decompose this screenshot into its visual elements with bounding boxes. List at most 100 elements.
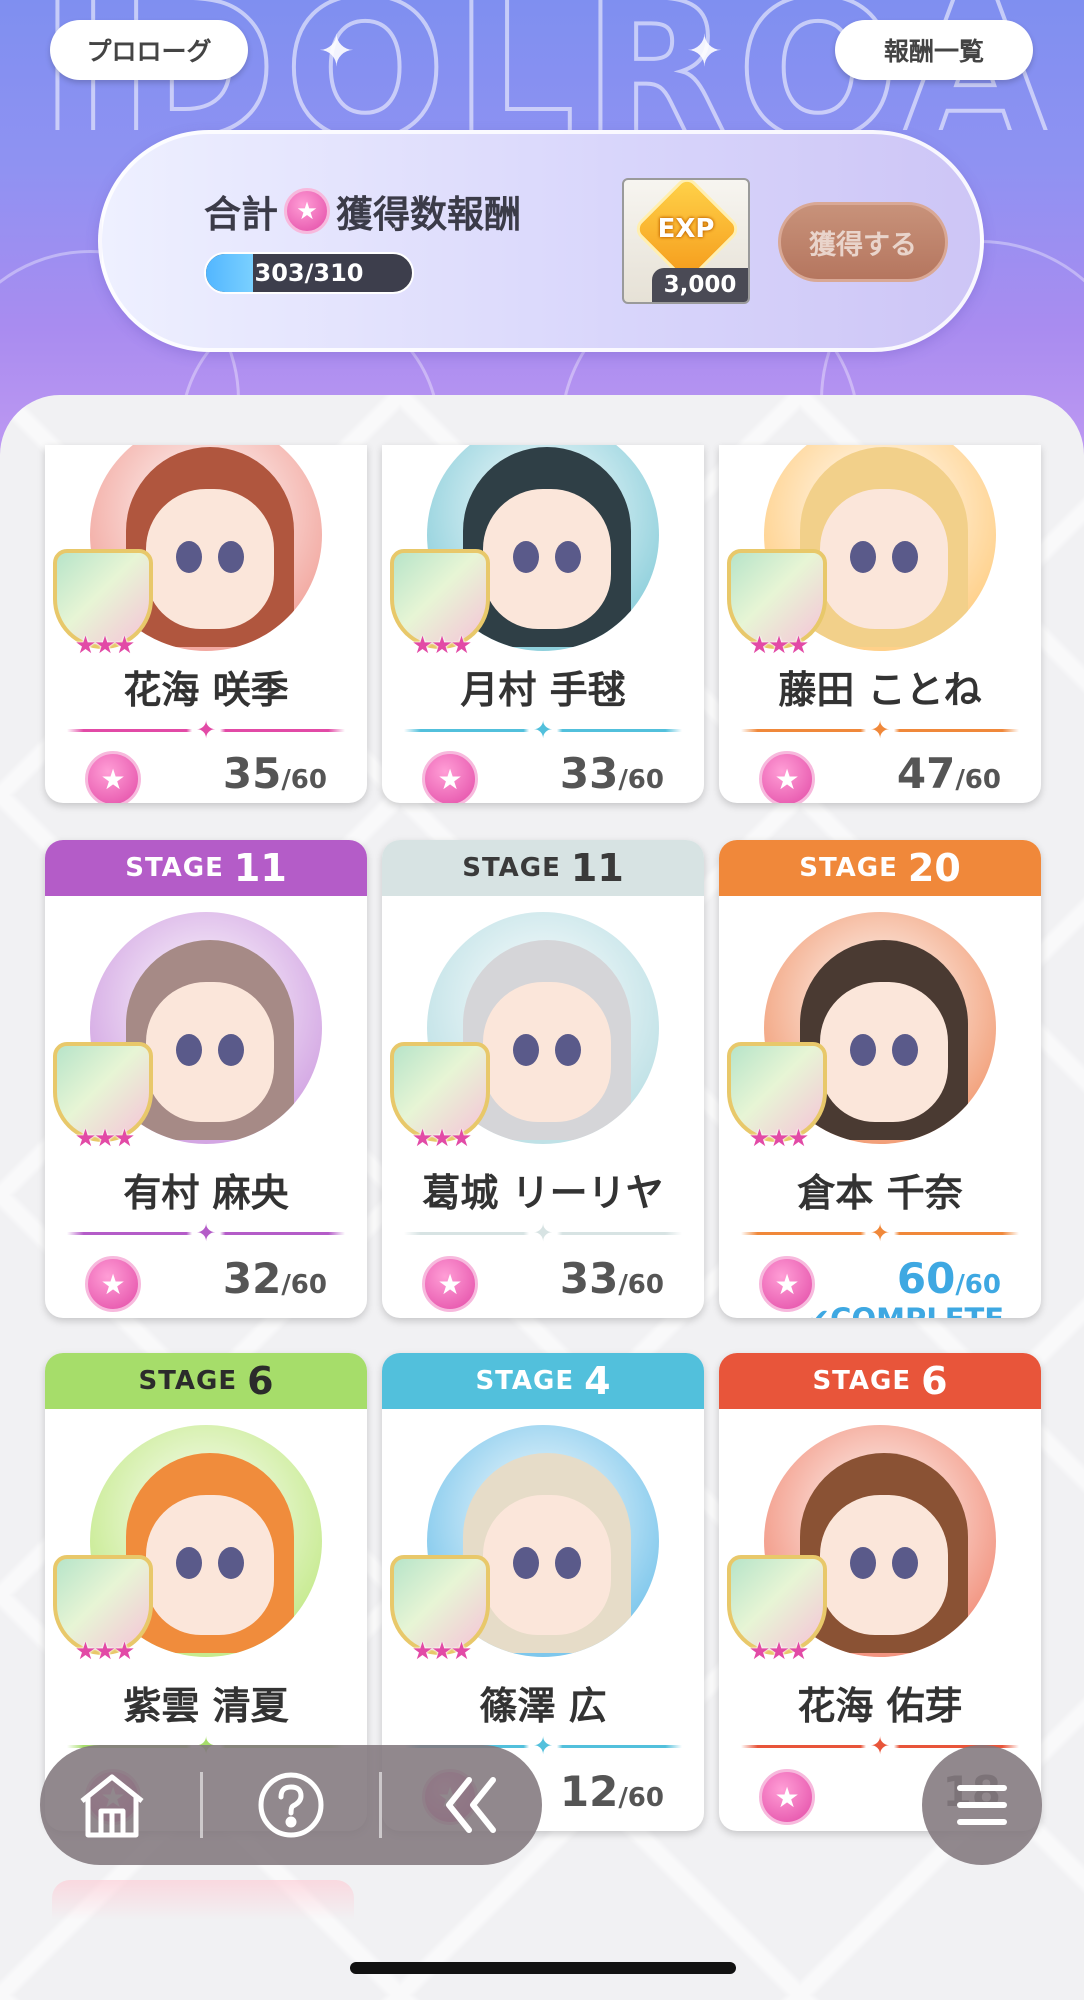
portrait-eye [850,541,876,573]
portrait-eye [513,1547,539,1579]
reward-title: 合計 ★ 獲得数報酬 [204,184,521,238]
stage-number: 6 [247,1359,274,1403]
portrait-face [146,982,274,1122]
nav-separator [199,1772,203,1838]
stage-number: 6 [921,1359,948,1403]
idol-card[interactable]: STAGE 11 ★★★ 有村 麻央 ✦ ★ 32/60 [45,840,367,1318]
help-button[interactable] [236,1750,346,1860]
memory-badge-icon: ★★★ [386,549,496,669]
memory-badge-icon: ★★★ [723,1555,833,1675]
reward-progress-text: 303/310 [254,259,364,287]
star-count: 60/60 [897,1254,1001,1303]
idol-name: 花海 咲季 [123,668,289,712]
portrait-eye [555,1034,581,1066]
stage-number: 4 [584,1359,611,1403]
memory-badge-icon: ★★★ [723,1042,833,1162]
badge-stars: ★★★ [748,631,810,659]
divider-star-icon: ✦ [532,716,554,744]
star-count: 33/60 [560,1254,664,1303]
portrait-face [820,489,948,629]
stage-number: 11 [233,846,287,890]
idol-card[interactable]: ★★★ 藤田 ことね ✦ ★ 47/60 [719,445,1041,803]
memory-badge-icon: ★★★ [49,1555,159,1675]
star-coin-icon: ★ [422,751,478,803]
menu-button[interactable] [922,1745,1042,1865]
portrait-face [146,489,274,629]
divider-star-icon: ✦ [532,1732,554,1760]
portrait-eye [218,1034,244,1066]
home-button[interactable] [57,1750,167,1860]
card-divider: ✦ [404,1221,682,1245]
reward-title-suffix: 獲得数報酬 [336,193,521,236]
prologue-button[interactable]: プロローグ [50,20,248,80]
idol-card[interactable]: ★★★ 花海 咲季 ✦ ★ 35/60 [45,445,367,803]
portrait-eye [892,1034,918,1066]
badge-stars: ★★★ [411,1124,473,1152]
reward-title-prefix: 合計 [204,193,278,236]
portrait-eye [892,1547,918,1579]
home-indicator [350,1962,736,1974]
stage-label: STAGE [138,1366,238,1396]
star-count-max: /60 [281,1270,327,1300]
star-coin-icon: ★ [759,1769,815,1825]
star-count: 32/60 [223,1254,327,1303]
stage-label: STAGE [125,853,224,883]
idol-name: 紫雲 清夏 [123,1684,289,1728]
star-coin-icon: ★ [422,1256,478,1312]
exp-amount: 3,000 [652,268,748,302]
star-count-current: 33 [559,1254,619,1303]
idol-name: 葛城 リーリヤ [422,1171,664,1215]
sparkle-icon: ✦ [686,26,723,77]
star-coin-icon: ★ [85,1256,141,1312]
star-count-max: /60 [618,1783,664,1813]
divider-star-icon: ✦ [869,716,891,744]
card-divider: ✦ [404,718,682,742]
divider-star-icon: ✦ [195,1219,217,1247]
star-coin-icon: ★ [85,751,141,803]
idol-card[interactable]: STAGE 11 ★★★ 葛城 リーリヤ ✦ ★ 33/60 [382,840,704,1318]
idol-name: 倉本 千奈 [797,1171,963,1215]
divider-star-icon: ✦ [869,1219,891,1247]
idol-card[interactable]: ★★★ 月村 手毬 ✦ ★ 33/60 [382,445,704,803]
star-count-current: 35 [222,749,282,798]
portrait-face [483,982,611,1122]
idol-name: 藤田 ことね [778,668,982,712]
stage-label: STAGE [462,853,561,883]
idol-card[interactable]: STAGE 20 ★★★ 倉本 千奈 ✦ ★ 60/60 ✔COMPLETE [719,840,1041,1318]
stage-label: STAGE [812,1366,912,1396]
portrait-eye [513,541,539,573]
portrait-eye [850,1034,876,1066]
idol-name: 有村 麻央 [123,1171,289,1215]
badge-stars: ★★★ [411,1637,473,1665]
portrait-eye [892,541,918,573]
idol-name: 篠澤 広 [479,1684,607,1728]
exp-label: EXP [657,214,715,244]
star-count-max: /60 [618,1270,664,1300]
next-row-card-peek [52,1880,354,1920]
bottom-nav-bar [40,1745,542,1865]
hamburger-menu-icon [957,1785,1007,1825]
back-button[interactable] [415,1750,525,1860]
stage-number: 20 [907,846,961,890]
star-coin-icon: ★ [759,751,815,803]
star-count-current: 12 [559,1767,619,1816]
star-count-current: 60 [896,1254,956,1303]
star-count-max: /60 [955,765,1001,795]
portrait-eye [555,541,581,573]
reward-progress-bar: 303/310 [204,252,414,294]
obtain-button[interactable]: 獲得する [778,202,948,282]
help-icon [258,1772,324,1838]
card-divider: ✦ [741,1221,1019,1245]
star-count-current: 32 [222,1254,282,1303]
total-reward-banner: 合計 ★ 獲得数報酬 303/310 EXP 3,000 獲得する [98,130,984,352]
badge-stars: ★★★ [748,1124,810,1152]
star-count-max: /60 [955,1270,1001,1300]
stage-header: STAGE 6 [45,1353,367,1409]
rewards-list-button[interactable]: 報酬一覧 [835,20,1033,80]
exp-reward-item[interactable]: EXP 3,000 [622,178,750,304]
star-count: 12/60 [560,1767,664,1816]
memory-badge-icon: ★★★ [49,1042,159,1162]
idol-name: 花海 佑芽 [797,1684,963,1728]
memory-badge-icon: ★★★ [723,549,833,669]
sparkle-icon: ✦ [318,26,355,77]
